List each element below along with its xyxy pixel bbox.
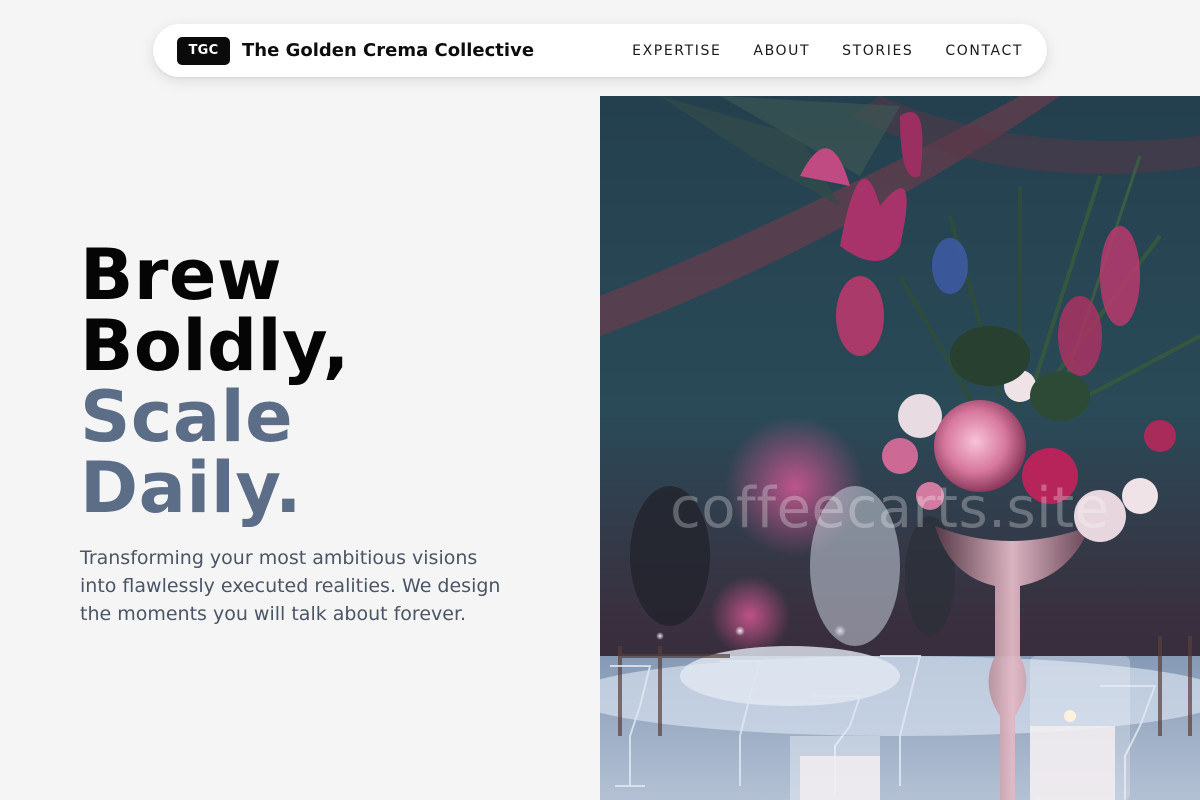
hero-subtext: Transforming your most ambitious visions… xyxy=(80,547,501,625)
nav-links: EXPERTISE ABOUT STORIES CONTACT xyxy=(632,43,1023,59)
top-navigation: TGC The Golden Crema Collective EXPERTIS… xyxy=(153,24,1047,77)
brand-name[interactable]: The Golden Crema Collective xyxy=(242,40,534,61)
headline-line-2: Boldly, xyxy=(80,305,350,387)
hero-text: Brew Boldly, Scale Daily. Transforming y… xyxy=(80,240,560,628)
event-table-photo xyxy=(600,96,1200,800)
nav-link-stories[interactable]: STORIES xyxy=(842,43,913,59)
headline-line-4: Daily. xyxy=(80,447,303,529)
hero-headline: Brew Boldly, Scale Daily. xyxy=(80,240,560,524)
logo-badge[interactable]: TGC xyxy=(177,36,230,65)
headline-line-3: Scale xyxy=(80,376,294,458)
headline-line-1: Brew xyxy=(80,234,283,316)
nav-link-about[interactable]: ABOUT xyxy=(753,43,810,59)
image-watermark: coffeecarts.site xyxy=(670,476,1110,541)
nav-link-expertise[interactable]: EXPERTISE xyxy=(632,43,721,59)
page: TGC The Golden Crema Collective EXPERTIS… xyxy=(0,0,1200,800)
hero-image: coffeecarts.site xyxy=(600,96,1200,800)
brand[interactable]: TGC The Golden Crema Collective xyxy=(177,36,534,65)
nav-link-contact[interactable]: CONTACT xyxy=(945,43,1023,59)
